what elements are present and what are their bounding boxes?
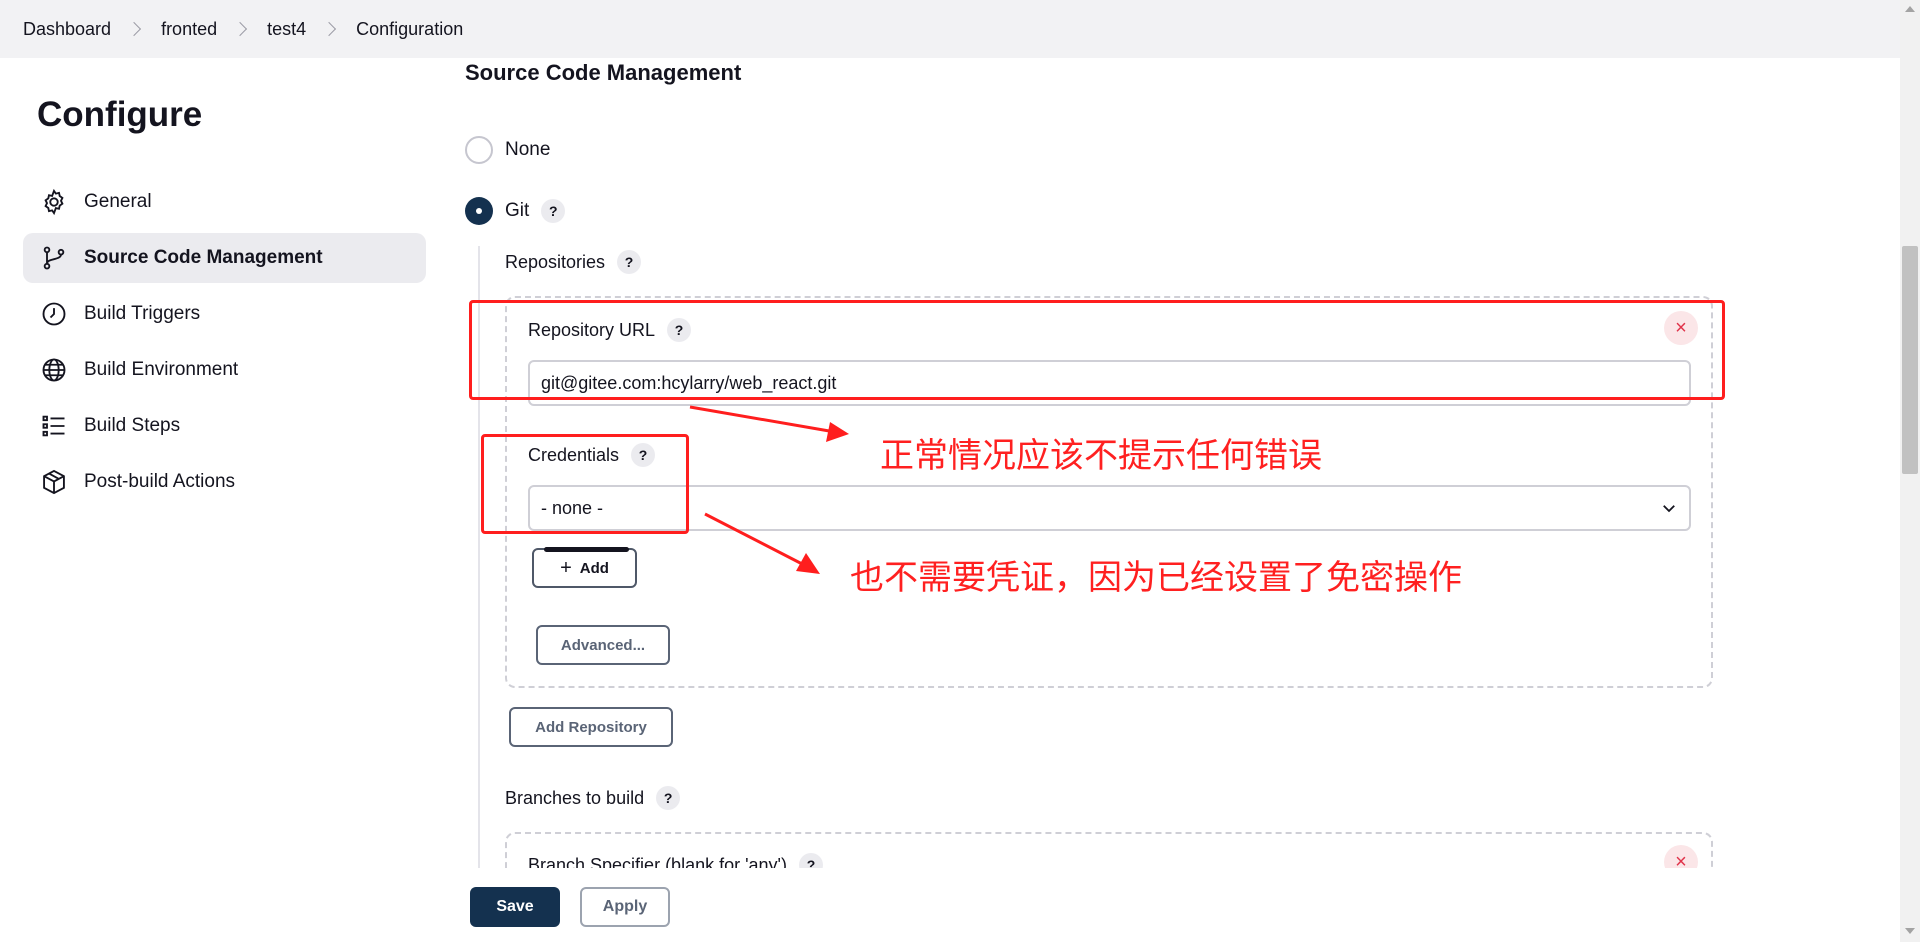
- radio-git[interactable]: [465, 197, 493, 225]
- sidebar-item-label: Build Steps: [84, 415, 181, 436]
- list-icon: [42, 415, 65, 437]
- branches-label: Branches to build: [505, 787, 645, 808]
- globe-icon: [42, 358, 66, 382]
- sidebar: General Source Code Management Build Tri…: [23, 177, 426, 513]
- sidebar-item-label: Post-build Actions: [84, 471, 236, 492]
- help-icon[interactable]: ?: [656, 786, 681, 810]
- radio-none-row[interactable]: None: [465, 136, 550, 164]
- sidebar-item-general[interactable]: General: [23, 177, 426, 227]
- add-credentials-button[interactable]: + Add: [532, 547, 637, 588]
- annotation-highlight-credentials: [481, 434, 689, 534]
- scroll-down-arrow-icon[interactable]: [1905, 928, 1915, 934]
- save-button[interactable]: Save: [470, 887, 560, 927]
- advanced-button[interactable]: Advanced...: [536, 625, 670, 665]
- sidebar-item-post-build-actions[interactable]: Post-build Actions: [23, 457, 426, 507]
- radio-git-label: Git: [505, 200, 530, 221]
- sidebar-item-build-environment[interactable]: Build Environment: [23, 345, 426, 395]
- breadcrumb-dashboard[interactable]: Dashboard: [23, 19, 111, 40]
- breadcrumb: Dashboard fronted test4 Configuration: [0, 0, 1900, 58]
- annotation-note-1: 正常情况应该不提示任何错误: [880, 436, 1322, 476]
- sidebar-item-label: Source Code Management: [84, 247, 323, 268]
- sidebar-item-source-code-management[interactable]: Source Code Management: [23, 233, 426, 283]
- help-icon[interactable]: ?: [541, 199, 566, 223]
- sidebar-item-label: Build Triggers: [84, 303, 201, 324]
- breadcrumb-configuration[interactable]: Configuration: [356, 19, 463, 40]
- package-icon: [43, 469, 65, 495]
- scroll-up-arrow-icon[interactable]: [1905, 6, 1915, 12]
- scrollbar-thumb[interactable]: [1902, 246, 1918, 474]
- credentials-select[interactable]: - none -: [528, 485, 1691, 531]
- sidebar-item-label: General: [84, 191, 152, 212]
- radio-none[interactable]: [465, 136, 493, 164]
- radio-none-label: None: [505, 139, 551, 160]
- chevron-down-icon: [1663, 505, 1675, 513]
- breadcrumb-fronted[interactable]: fronted: [161, 19, 217, 40]
- section-title: Source Code Management: [465, 60, 742, 85]
- plus-icon: +: [560, 556, 572, 579]
- repositories-label-row: Repositories ?: [505, 250, 642, 274]
- radio-git-row[interactable]: Git ?: [465, 197, 566, 225]
- git-branch-icon: [43, 246, 65, 270]
- apply-button[interactable]: Apply: [580, 887, 670, 927]
- add-credentials-label: Add: [579, 559, 609, 577]
- chevron-right-icon: [233, 21, 248, 37]
- breadcrumb-test4[interactable]: test4: [267, 19, 306, 40]
- annotation-note-2: 也不需要凭证，因为已经设置了免密操作: [850, 558, 1462, 598]
- clock-icon: [42, 302, 66, 326]
- sidebar-item-build-triggers[interactable]: Build Triggers: [23, 289, 426, 339]
- chevron-right-icon: [322, 21, 337, 37]
- annotation-highlight-url: [469, 300, 1725, 400]
- page-title: Configure: [37, 95, 203, 134]
- repositories-label: Repositories: [505, 251, 606, 272]
- sidebar-item-label: Build Environment: [84, 359, 239, 380]
- chevron-right-icon: [126, 21, 142, 37]
- gear-icon: [44, 188, 64, 216]
- help-icon[interactable]: ?: [617, 250, 642, 274]
- sidebar-item-build-steps[interactable]: Build Steps: [23, 401, 426, 451]
- add-repository-button[interactable]: Add Repository: [509, 707, 673, 747]
- branches-label-row: Branches to build ?: [505, 786, 681, 810]
